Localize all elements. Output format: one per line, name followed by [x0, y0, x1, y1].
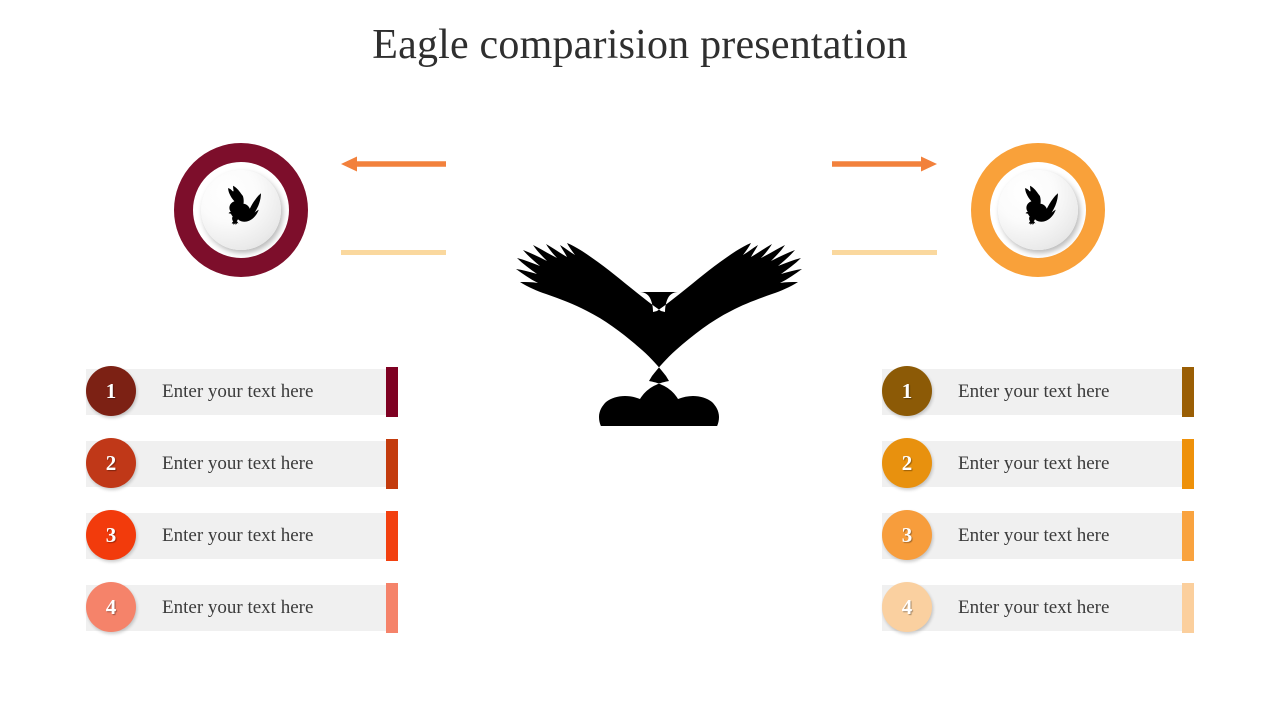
- right-eagle-badge[interactable]: [971, 143, 1105, 277]
- row-accent-cap: [1182, 439, 1194, 489]
- eagle-silhouette-icon: [455, 214, 825, 426]
- row-accent-cap: [386, 439, 398, 489]
- row-label: Enter your text here: [958, 453, 1110, 474]
- row-accent-cap: [1182, 511, 1194, 561]
- row-label: Enter your text here: [162, 381, 314, 402]
- row-label: Enter your text here: [162, 597, 314, 618]
- page-title: Eagle comparision presentation: [372, 22, 908, 68]
- row-label: Enter your text here: [162, 453, 314, 474]
- right-badge-inner-circle: [998, 170, 1078, 250]
- row-accent-cap: [386, 583, 398, 633]
- row-label: Enter your text here: [162, 525, 314, 546]
- list-item[interactable]: 2 Enter your text here: [86, 438, 398, 489]
- list-item[interactable]: 4 Enter your text here: [882, 582, 1194, 633]
- row-number-badge: 4: [882, 582, 932, 632]
- row-accent-cap: [386, 367, 398, 417]
- row-number-badge: 2: [882, 438, 932, 488]
- list-item[interactable]: 3 Enter your text here: [86, 510, 398, 561]
- arrow-right-icon: [832, 156, 937, 177]
- list-item[interactable]: 2 Enter your text here: [882, 438, 1194, 489]
- list-item[interactable]: 1 Enter your text here: [882, 366, 1194, 417]
- row-number-badge: 4: [86, 582, 136, 632]
- row-label: Enter your text here: [958, 381, 1110, 402]
- list-item[interactable]: 4 Enter your text here: [86, 582, 398, 633]
- row-number-badge: 1: [882, 366, 932, 416]
- row-number-badge: 3: [882, 510, 932, 560]
- row-number-badge: 1: [86, 366, 136, 416]
- row-number-badge: 2: [86, 438, 136, 488]
- eagle-icon: [1011, 184, 1065, 236]
- row-accent-cap: [1182, 583, 1194, 633]
- row-accent-cap: [386, 511, 398, 561]
- arrow-left-icon: [341, 156, 446, 177]
- left-badge-inner-circle: [201, 170, 281, 250]
- left-eagle-badge[interactable]: [174, 143, 308, 277]
- list-item[interactable]: 1 Enter your text here: [86, 366, 398, 417]
- connector-line-left: [341, 250, 446, 255]
- row-label: Enter your text here: [958, 597, 1110, 618]
- eagle-icon: [214, 184, 268, 236]
- row-number-badge: 3: [86, 510, 136, 560]
- row-label: Enter your text here: [958, 525, 1110, 546]
- list-item[interactable]: 3 Enter your text here: [882, 510, 1194, 561]
- row-accent-cap: [1182, 367, 1194, 417]
- connector-line-right: [832, 250, 937, 255]
